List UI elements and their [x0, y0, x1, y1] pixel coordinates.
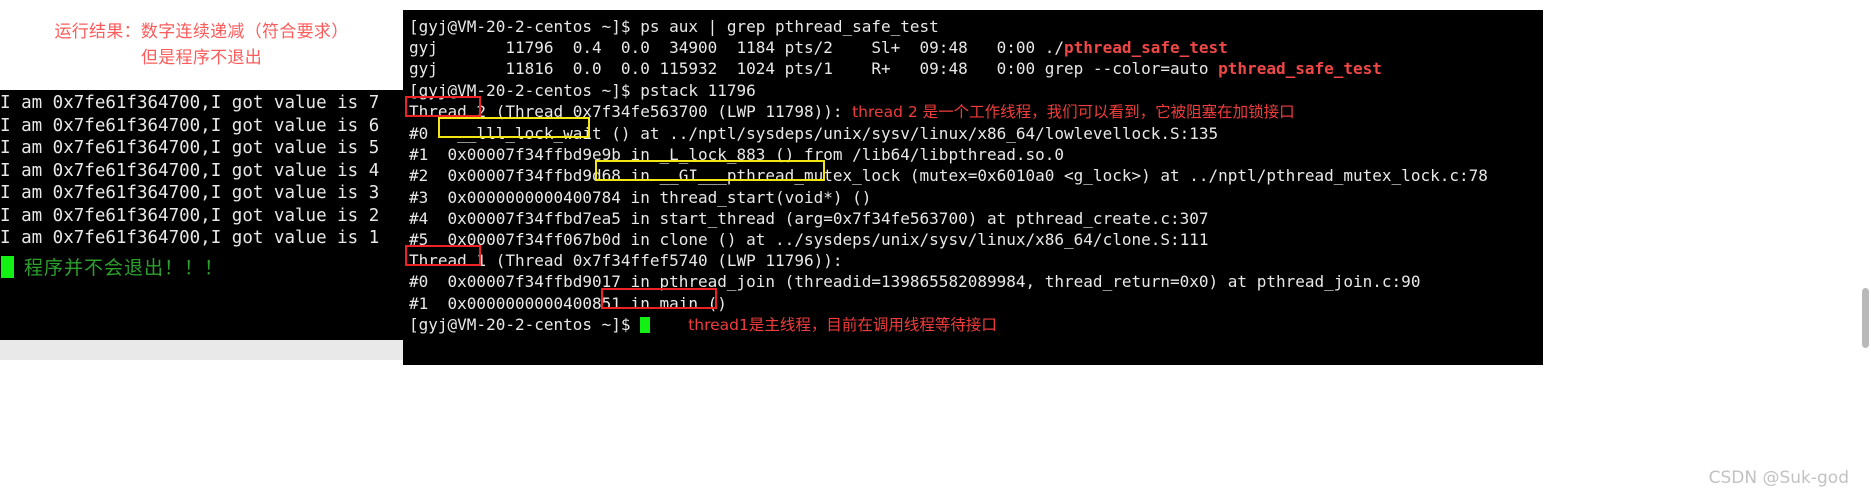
text-segment: #1 0x0000000000400851 in main ()	[409, 293, 727, 313]
left-bottom-strip	[0, 340, 403, 360]
right-terminal-window[interactable]: [gyj@VM-20-2-centos ~]$ ps aux | grep pt…	[403, 10, 1543, 365]
green-annotation-text: 程序并不会退出！！！	[24, 257, 225, 279]
left-terminal-prompt-row: 程序并不会退出！！！	[0, 252, 460, 282]
frame-1-thread1: #1 0x0000000000400851 in main ()	[409, 293, 1543, 314]
frame-0-thread2: #0 __lll_lock_wait () at ../nptl/sysdeps…	[409, 123, 1543, 144]
text-segment: pthread_safe_test	[1218, 59, 1382, 79]
block-cursor-icon	[1, 255, 14, 278]
frame-1-thread2: #1 0x00007f34ffbd9e9b in _L_lock_883 () …	[409, 144, 1543, 165]
text-segment: #4 0x00007f34ffbd7ea5 in start_thread (a…	[409, 208, 1209, 228]
text-segment: #3 0x0000000000400784 in thread_start(vo…	[409, 187, 872, 207]
text-segment: thread 2 是一个工作线程，我们可以看到，它被阻塞在加锁接口	[852, 102, 1295, 121]
page-scrollbar[interactable]	[1862, 288, 1869, 348]
text-segment: #0 __lll_lock_wait () at ../nptl/sysdeps…	[409, 124, 1219, 144]
final-prompt-text: [gyj@VM-20-2-centos ~]$	[409, 314, 641, 334]
terminal-output-line: I am 0x7fe61f364700,I got value is 2	[0, 205, 380, 226]
frame-3-thread2: #3 0x0000000000400784 in thread_start(vo…	[409, 187, 1543, 208]
text-segment: Thread 2 (Thread 0x7f34fe563700 (LWP 117…	[409, 101, 853, 121]
final-prompt-row: [gyj@VM-20-2-centos ~]$ thread1是主线程，目前在调…	[409, 314, 1543, 336]
text-segment: pthread_safe_test	[1064, 38, 1228, 58]
frame-4-thread2: #4 0x00007f34ffbd7ea5 in start_thread (a…	[409, 208, 1543, 229]
text-segment: gyj 11816 0.0 0.0 115932 1024 pts/1 R+ 0…	[409, 59, 1219, 79]
text-segment: gyj 11796 0.4 0.0 34900 1184 pts/2 Sl+ 0…	[409, 38, 1065, 58]
final-annotation-text: thread1是主线程，目前在调用线程等待接口	[688, 315, 997, 334]
text-segment: Thread 1 (Thread 0x7f34ffef5740 (LWP 117…	[409, 251, 843, 271]
text-segment: #2 0x00007f34ffbd9d68 in __GI___pthread_…	[409, 166, 1488, 186]
left-terminal-window[interactable]: I am 0x7fe61f364700,I got value is 7 I a…	[0, 90, 460, 340]
terminal-output-line: I am 0x7fe61f364700,I got value is 7	[0, 93, 380, 113]
ps-row-2: gyj 11816 0.0 0.0 115932 1024 pts/1 R+ 0…	[409, 58, 1543, 79]
left-annotation-line-2: 但是程序不退出	[140, 48, 263, 68]
frame-2-thread2: #2 0x00007f34ffbd9d68 in __GI___pthread_…	[409, 165, 1543, 186]
text-segment: #5 0x00007f34ff067b0d in clone () at ../…	[409, 230, 1209, 250]
left-white-fill	[0, 360, 403, 502]
thread-1-header: Thread 1 (Thread 0x7f34ffef5740 (LWP 117…	[409, 250, 1543, 271]
block-cursor-icon	[640, 316, 651, 333]
pstack-output: [gyj@VM-20-2-centos ~]$ ps aux | grep pt…	[409, 16, 1543, 314]
watermark-text: CSDN @Suk-god	[1708, 468, 1849, 488]
terminal-output-line: I am 0x7fe61f364700,I got value is 1	[0, 228, 380, 248]
left-annotation-block: 运行结果：数字连续递减（符合要求） 但是程序不退出	[0, 0, 403, 90]
terminal-output-line: I am 0x7fe61f364700,I got value is 4	[0, 160, 380, 181]
prompt-pstack: [gyj@VM-20-2-centos ~]$ pstack 11796	[409, 80, 1543, 101]
thread-2-header: Thread 2 (Thread 0x7f34fe563700 (LWP 117…	[409, 101, 1543, 123]
text-segment: [gyj@VM-20-2-centos ~]$ ps aux | grep pt…	[409, 17, 939, 36]
terminal-output-line: I am 0x7fe61f364700,I got value is 3	[0, 183, 380, 203]
text-segment: #0 0x00007f34ffbd9017 in pthread_join (t…	[409, 272, 1421, 292]
frame-0-thread1: #0 0x00007f34ffbd9017 in pthread_join (t…	[409, 271, 1543, 292]
prompt-ps-aux: [gyj@VM-20-2-centos ~]$ ps aux | grep pt…	[409, 16, 1543, 37]
text-segment: [gyj@VM-20-2-centos ~]$ pstack 11796	[409, 80, 756, 100]
text-segment: #1 0x00007f34ffbd9e9b in _L_lock_883 () …	[409, 145, 1065, 165]
terminal-output-line: I am 0x7fe61f364700,I got value is 5	[0, 138, 380, 158]
ps-row-1: gyj 11796 0.4 0.0 34900 1184 pts/2 Sl+ 0…	[409, 37, 1543, 58]
left-annotation-line-1: 运行结果：数字连续递减（符合要求）	[54, 22, 349, 42]
frame-5-thread2: #5 0x00007f34ff067b0d in clone () at ../…	[409, 229, 1543, 250]
terminal-output-line: I am 0x7fe61f364700,I got value is 6	[0, 115, 380, 136]
